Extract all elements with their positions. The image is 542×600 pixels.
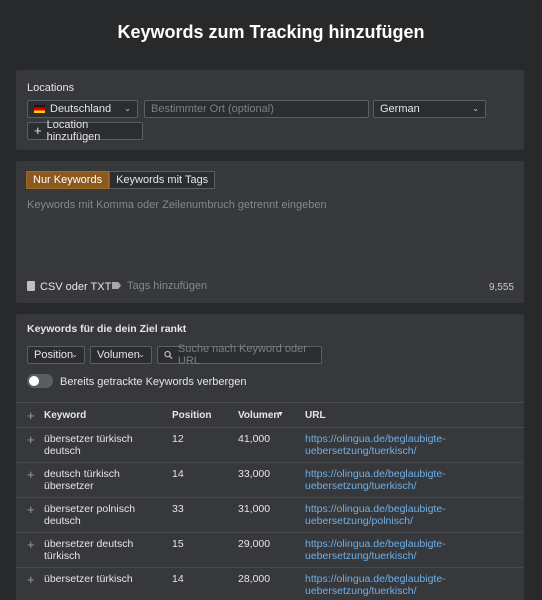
table-row: + übersetzer polnisch deutsch 33 31,000 … xyxy=(16,498,524,533)
plus-icon[interactable]: + xyxy=(27,503,35,516)
tag-icon xyxy=(112,282,121,289)
position-cell: 14 xyxy=(172,468,184,480)
tab-nur-keywords[interactable]: Nur Keywords xyxy=(26,171,110,189)
file-icon xyxy=(27,281,35,291)
locations-label: Locations xyxy=(27,82,75,94)
table-row: + deutsch türkisch übersetzer 14 33,000 … xyxy=(16,463,524,498)
page-title: Keywords zum Tracking hinzufügen xyxy=(117,22,425,42)
position-cell: 33 xyxy=(172,503,184,515)
chevron-down-icon: ⌄ xyxy=(71,350,78,359)
add-location-button[interactable]: + Location hinzufügen xyxy=(27,119,143,143)
keyword-mode-tabs: Nur Keywords Keywords mit Tags xyxy=(26,171,216,189)
ranking-title: Keywords für die dein Ziel rankt xyxy=(27,323,187,335)
ranking-keywords-card: Keywords für die dein Ziel rankt Positio… xyxy=(16,314,524,600)
add-location-label: Location hinzufügen xyxy=(46,119,101,143)
position-cell: 12 xyxy=(172,433,184,445)
column-keyword[interactable]: Keyword xyxy=(44,410,86,421)
keyword-count: 9,555 xyxy=(488,282,514,293)
volume-filter[interactable]: Volumen ⌄ xyxy=(90,346,152,364)
keyword-cell: übersetzer deutsch türkisch xyxy=(44,538,134,562)
keyword-cell: übersetzer türkisch xyxy=(44,573,133,585)
plus-icon[interactable]: + xyxy=(27,409,35,422)
volume-cell: 31,000 xyxy=(238,503,271,515)
sort-desc-icon[interactable]: ▼ xyxy=(277,411,284,418)
volume-cell: 29,000 xyxy=(238,538,271,550)
url-link[interactable]: https://olingua.de/beglaubigte-uebersetz… xyxy=(305,538,495,562)
volume-cell: 28,000 xyxy=(238,573,271,585)
chevron-down-icon: ⌄ xyxy=(138,350,145,359)
plus-icon[interactable]: + xyxy=(27,538,35,551)
table-header: + Keyword Position Volumen ▼ URL xyxy=(16,402,524,428)
language-select[interactable]: German ⌄ xyxy=(373,100,486,118)
csv-label: CSV oder TXT xyxy=(40,281,112,293)
chevron-down-icon: ⌄ xyxy=(472,104,479,113)
keywords-input-card: Nur Keywords Keywords mit Tags Keywords … xyxy=(16,161,524,303)
table-row: + übersetzer türkisch 14 28,000 https://… xyxy=(16,568,524,600)
table-row: + übersetzer deutsch türkisch 15 29,000 … xyxy=(16,533,524,568)
url-link[interactable]: https://olingua.de/beglaubigte-uebersetz… xyxy=(305,503,495,527)
search-input[interactable]: Suche nach Keyword oder URL xyxy=(157,343,322,367)
column-url[interactable]: URL xyxy=(305,410,326,421)
hide-tracked-toggle[interactable] xyxy=(27,374,53,388)
plus-icon[interactable]: + xyxy=(27,573,35,586)
keyword-cell: übersetzer polnisch deutsch xyxy=(44,503,136,527)
position-cell: 14 xyxy=(172,573,184,585)
language-value: German xyxy=(380,103,420,115)
column-volume[interactable]: Volumen xyxy=(238,410,279,421)
url-link[interactable]: https://olingua.de/beglaubigte-uebersetz… xyxy=(305,573,495,597)
toggle-knob xyxy=(29,376,39,386)
locations-card: Locations Deutschland ⌄ Bestimmter Ort (… xyxy=(16,70,524,150)
place-input[interactable]: Bestimmter Ort (optional) xyxy=(144,100,369,118)
keyword-cell: übersetzer türkisch deutsch xyxy=(44,433,133,457)
plus-icon[interactable]: + xyxy=(27,433,35,446)
plus-icon: + xyxy=(34,123,42,138)
chevron-down-icon: ⌄ xyxy=(124,104,131,113)
search-icon xyxy=(164,350,173,359)
column-position[interactable]: Position xyxy=(172,410,211,421)
plus-icon[interactable]: + xyxy=(27,468,35,481)
table-row: + übersetzer türkisch deutsch 12 41,000 … xyxy=(16,428,524,463)
csv-upload-button[interactable]: CSV oder TXT xyxy=(27,281,111,293)
country-value: Deutschland xyxy=(50,103,112,115)
tags-label: Tags hinzufügen xyxy=(127,280,208,292)
add-tags-button[interactable]: Tags hinzufügen xyxy=(112,280,207,292)
url-link[interactable]: https://olingua.de/beglaubigte-uebersetz… xyxy=(305,433,495,457)
position-filter-label: Position xyxy=(34,349,74,361)
volume-cell: 41,000 xyxy=(238,433,271,445)
volume-filter-label: Volumen xyxy=(97,349,140,361)
german-flag-icon xyxy=(34,105,45,113)
keyword-cell: deutsch türkisch übersetzer xyxy=(44,468,120,492)
place-placeholder: Bestimmter Ort (optional) xyxy=(151,103,274,115)
volume-cell: 33,000 xyxy=(238,468,271,480)
toggle-label: Bereits getrackte Keywords verbergen xyxy=(60,376,247,388)
tab-keywords-mit-tags[interactable]: Keywords mit Tags xyxy=(109,171,216,189)
position-filter[interactable]: Position ⌄ xyxy=(27,346,85,364)
keywords-textarea[interactable]: Keywords mit Komma oder Zeilenumbruch ge… xyxy=(27,199,327,211)
search-placeholder: Suche nach Keyword oder URL xyxy=(177,343,307,367)
country-select[interactable]: Deutschland ⌄ xyxy=(27,100,138,118)
position-cell: 15 xyxy=(172,538,184,550)
url-link[interactable]: https://olingua.de/beglaubigte-uebersetz… xyxy=(305,468,495,492)
